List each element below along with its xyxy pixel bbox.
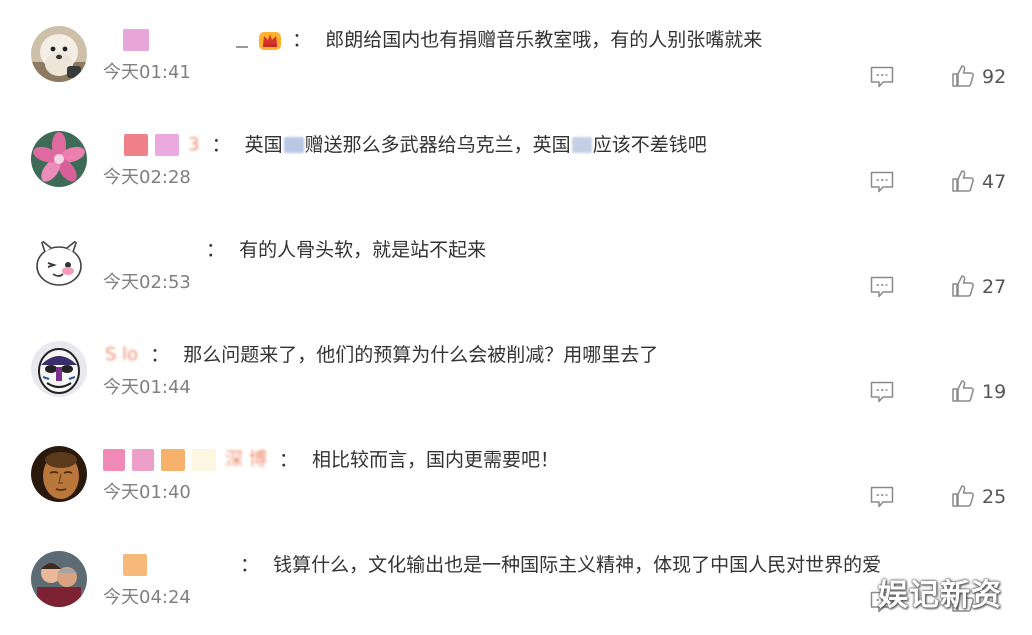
text-part: 赠送那么多武器给乌克兰，英国	[304, 133, 571, 156]
reply-icon[interactable]	[870, 486, 894, 508]
comment-time: 今天02:53	[103, 272, 191, 293]
username-blurred[interactable]	[155, 133, 180, 156]
comment-text: 那么问题来了，他们的预算为什么会被削减？用哪里去了	[183, 343, 659, 366]
like-count: 47	[982, 171, 1007, 193]
comment-item: 3 ： 英国 赠送那么多武器给乌克兰，英国 应该不差钱吧 今天02:28 47	[0, 105, 1032, 210]
username-blurred[interactable]	[124, 133, 148, 156]
username-blurred[interactable]	[132, 448, 155, 471]
separator: ：	[240, 553, 260, 576]
comment-line: ： 有的人骨头软，就是站不起来	[103, 234, 486, 264]
comment-line: ： 郎朗给国内也有捐赠音乐教室哦，有的人别张嘴就来	[103, 24, 762, 54]
cartoon-rabbit-avatar-icon	[31, 236, 87, 292]
user-avatar[interactable]	[31, 26, 87, 82]
username-blurred[interactable]	[123, 28, 149, 51]
username[interactable]: 深 博	[225, 445, 267, 475]
pink-flower-avatar-icon	[31, 131, 87, 187]
like-count: 25	[982, 486, 1007, 508]
comment-text: 郎朗给国内也有捐赠音乐教室哦，有的人别张嘴就来	[325, 28, 763, 51]
opera-mask-avatar-icon	[31, 341, 87, 397]
like-icon[interactable]	[951, 484, 975, 508]
user-avatar[interactable]	[31, 551, 87, 607]
like-count: 27	[982, 276, 1007, 298]
comment-time: 今天01:41	[103, 62, 191, 83]
comment-line: ： 钱算什么，文化输出也是一种国际主义精神，体现了中国人民对世界的爱	[103, 549, 881, 579]
comment-time: 今天01:40	[103, 482, 191, 503]
separator: ：	[292, 28, 312, 51]
flag-emoji-icon	[283, 137, 304, 153]
couple-photo-avatar-icon	[31, 551, 87, 607]
username-blurred[interactable]	[192, 448, 217, 471]
user-avatar[interactable]	[31, 131, 87, 187]
comment-item: 深 博 ： 相比较而言，国内更需要吧！ 今天01:40 25	[0, 420, 1032, 525]
white-puppy-avatar-icon	[31, 26, 87, 82]
crown-badge-icon	[259, 31, 282, 50]
username-blurred[interactable]	[103, 448, 125, 471]
comment-text: 英国 赠送那么多武器给乌克兰，英国 应该不差钱吧	[245, 130, 707, 160]
comment-item: ： 郎朗给国内也有捐赠音乐教室哦，有的人别张嘴就来 今天01:41 92	[0, 0, 1032, 105]
comment-line: 深 博 ： 相比较而言，国内更需要吧！	[103, 444, 559, 474]
comment-text: 相比较而言，国内更需要吧！	[312, 448, 560, 471]
comment-line: 3 ： 英国 赠送那么多武器给乌克兰，英国 应该不差钱吧	[103, 129, 707, 159]
reply-icon[interactable]	[870, 381, 894, 403]
user-avatar[interactable]	[31, 236, 87, 292]
comment-text: 有的人骨头软，就是站不起来	[239, 238, 487, 261]
comment-time: 今天02:28	[103, 167, 191, 188]
reply-icon[interactable]	[870, 66, 894, 88]
text-part: 应该不差钱吧	[592, 133, 707, 156]
separator: ：	[206, 238, 226, 261]
like-icon[interactable]	[951, 379, 975, 403]
like-count: 19	[982, 381, 1007, 403]
comment-text: 钱算什么，文化输出也是一种国际主义精神，体现了中国人民对世界的爱	[273, 553, 882, 576]
like-count: 92	[982, 66, 1007, 88]
text-part: 英国	[244, 133, 283, 156]
like-icon[interactable]	[951, 64, 975, 88]
watermark-text: 娱记新资	[878, 578, 1002, 613]
username[interactable]: 3	[188, 130, 199, 160]
username-blurred[interactable]	[161, 448, 186, 471]
like-icon[interactable]	[951, 274, 975, 298]
user-avatar[interactable]	[31, 341, 87, 397]
reply-icon[interactable]	[870, 276, 894, 298]
separator: ：	[211, 133, 231, 156]
comment-line: S lo ： 那么问题来了，他们的预算为什么会被削减？用哪里去了	[103, 339, 658, 369]
comment-item: ： 有的人骨头软，就是站不起来 今天02:53 27	[0, 210, 1032, 315]
separator: ：	[278, 448, 298, 471]
underscore-mark	[236, 45, 249, 48]
reply-icon[interactable]	[870, 171, 894, 193]
comment-item: S lo ： 那么问题来了，他们的预算为什么会被削减？用哪里去了 今天01:44…	[0, 315, 1032, 420]
username-blurred[interactable]	[123, 553, 147, 576]
user-avatar[interactable]	[31, 446, 87, 502]
comment-time: 今天01:44	[103, 377, 191, 398]
like-icon[interactable]	[951, 169, 975, 193]
username[interactable]: S lo	[105, 340, 138, 370]
comment-time: 今天04:24	[103, 587, 191, 608]
flag-emoji-icon	[571, 137, 592, 153]
separator: ：	[150, 343, 170, 366]
buddha-face-avatar-icon	[31, 446, 87, 502]
